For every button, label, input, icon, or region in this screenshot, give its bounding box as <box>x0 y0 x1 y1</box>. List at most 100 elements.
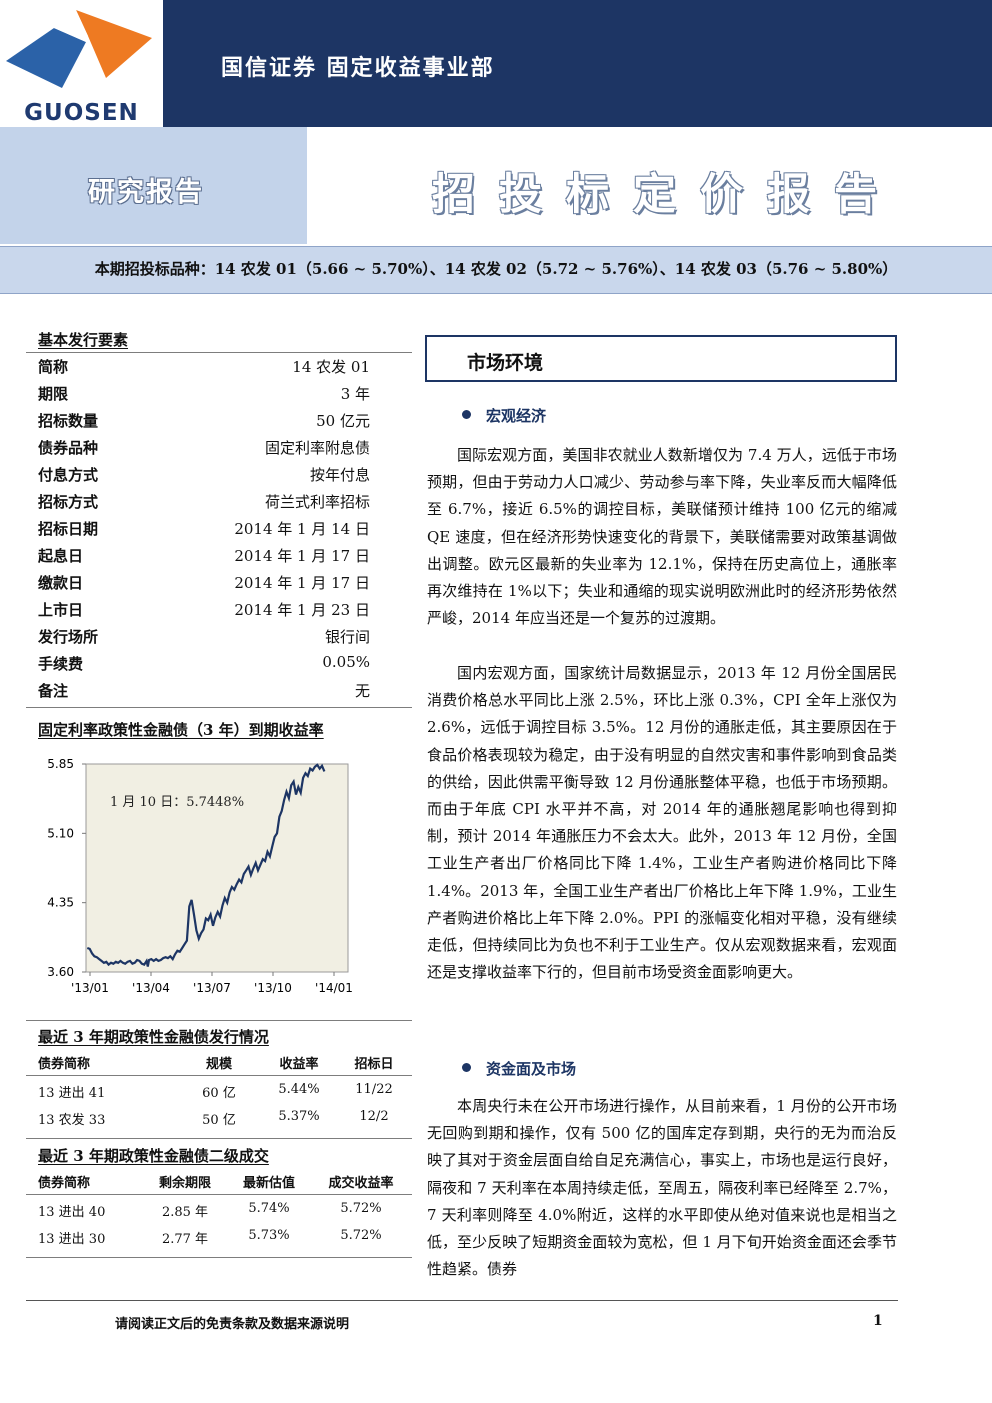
basic-info-row: 备注 无 <box>38 680 370 707</box>
table-cell: 5.72% <box>340 1228 382 1243</box>
table-header-cell: 债券简称 <box>38 1057 91 1072</box>
table-rule <box>26 1194 412 1195</box>
y-tick-label: 3.60 <box>47 965 74 979</box>
y-tick-label: 5.85 <box>47 757 74 771</box>
bullet-icon <box>462 410 471 419</box>
table-header-cell: 规模 <box>205 1057 232 1072</box>
basic-info-row: 期限 3 年 <box>38 383 370 410</box>
secondary-table-title: 最近 3 年期政策性金融债二级成交 <box>38 1147 269 1165</box>
x-tick-label: '13/10 <box>254 981 292 995</box>
chart-title: 固定利率政策性金融债（3 年）到期收益率 <box>38 721 324 739</box>
table-row: 13 进出 41 60 亿 5.44% 11/22 <box>26 1082 412 1109</box>
table-cell: 13 进出 40 <box>38 1205 106 1220</box>
table-cell: 5.44% <box>278 1082 320 1097</box>
table-header-cell: 最新估值 <box>242 1176 295 1191</box>
macro-title: 宏观经济 <box>486 407 547 425</box>
basic-info-value: 银行间 <box>324 628 370 646</box>
basic-info-key: 付息方式 <box>38 466 99 484</box>
table-cell: 13 进出 30 <box>38 1232 106 1247</box>
footer-divider <box>26 1300 898 1301</box>
table-header-cell: 剩余期限 <box>158 1176 211 1191</box>
y-tick-label: 5.10 <box>47 826 74 840</box>
fund-title: 资金面及市场 <box>486 1060 577 1078</box>
basic-info-row: 简称 14 农发 01 <box>38 356 370 383</box>
table-cell: 13 进出 41 <box>38 1086 106 1101</box>
basic-info-key: 招标日期 <box>38 520 99 538</box>
table-header-cell: 债券简称 <box>38 1176 91 1191</box>
table-header-cell: 招标日 <box>354 1057 394 1072</box>
issue-table-title: 最近 3 年期政策性金融债发行情况 <box>38 1028 269 1046</box>
basic-info-key: 期限 <box>38 385 69 403</box>
x-tick-label: '13/07 <box>193 981 231 995</box>
bullet-icon <box>462 1063 471 1072</box>
basic-info-key: 上市日 <box>38 601 84 619</box>
macro-paragraph-2: 国内宏观方面，国家统计局数据显示，2013 年 12 月份全国居民消费价格总水平… <box>427 664 897 982</box>
basic-info-value: 2014 年 1 月 23 日 <box>234 601 370 619</box>
divider <box>26 707 412 708</box>
fund-paragraph-1: 本周央行未在公开市场进行操作，从目前来看，1 月份的公开市场无回购到期和操作，仅… <box>427 1097 897 1279</box>
basic-info-value: 2014 年 1 月 17 日 <box>234 574 370 592</box>
fund-paragraph-clip: 本周央行未在公开市场进行操作，从目前来看，1 月份的公开市场无回购到期和操作，仅… <box>427 1093 897 1283</box>
table-rule <box>26 1075 412 1076</box>
basic-info-value: 固定利率附息债 <box>264 439 370 457</box>
basic-info-row: 招标日期 2014 年 1 月 14 日 <box>38 518 370 545</box>
basic-info-value: 无 <box>354 682 370 700</box>
basic-info-row: 缴款日 2014 年 1 月 17 日 <box>38 572 370 599</box>
table-cell: 5.37% <box>278 1109 320 1124</box>
basic-info-key: 缴款日 <box>38 574 84 592</box>
basic-info-key: 手续费 <box>38 655 84 673</box>
company-name: 国信证券 固定收益事业部 <box>221 55 495 81</box>
yield-chart: 5.85 5.10 4.35 3.60 '13/01 '13/04 '13/07 '13/1… <box>47 757 353 995</box>
x-tick-label: '13/01 <box>71 981 109 995</box>
table-cell: 11/22 <box>355 1082 393 1097</box>
table-cell: 5.72% <box>340 1201 382 1216</box>
basic-info-value: 50 亿元 <box>316 412 370 430</box>
table-row: 13 进出 40 2.85 年 5.74% 5.72% <box>26 1201 412 1228</box>
basic-info-row: 上市日 2014 年 1 月 23 日 <box>38 599 370 626</box>
section-title: 市场环境 <box>467 352 544 374</box>
basic-info-row: 发行场所 银行间 <box>38 626 370 653</box>
basic-info-row: 付息方式 按年付息 <box>38 464 370 491</box>
table-cell: 5.73% <box>248 1228 290 1243</box>
report-type: 研究报告 <box>88 177 204 208</box>
basic-info-row: 招标方式 荷兰式利率招标 <box>38 491 370 518</box>
logo-text: GUOSEN <box>24 100 139 126</box>
table-header-cell: 成交收益率 <box>328 1176 394 1191</box>
table-cell: 12/2 <box>359 1109 389 1124</box>
page-header: GUOSEN 国信证券 固定收益事业部 <box>0 0 992 127</box>
basic-info-row: 招标数量 50 亿元 <box>38 410 370 437</box>
variety-text: 本期招投标品种：14 农发 01（5.66 ~ 5.70%）、14 农发 02（… <box>94 260 898 278</box>
table-cell: 50 亿 <box>202 1113 236 1128</box>
y-tick-label: 4.35 <box>47 896 74 910</box>
report-title: 招投标定价报告 <box>432 170 901 220</box>
macro-paragraph-1: 国际宏观方面，美国非农就业人数新增仅为 7.4 万人，远低于市场预期，但由于劳动… <box>427 446 897 628</box>
table-header-cell: 收益率 <box>279 1057 319 1072</box>
basic-info-key: 备注 <box>38 682 69 700</box>
table-rule <box>26 1257 412 1258</box>
table-cell: 13 农发 33 <box>38 1113 106 1128</box>
basic-info-value: 2014 年 1 月 17 日 <box>234 547 370 565</box>
guosen-logo-icon <box>6 10 152 88</box>
guosen-logo: GUOSEN <box>0 0 163 127</box>
divider <box>26 1020 412 1021</box>
basic-info-key: 招标数量 <box>38 412 99 430</box>
table-row: 13 进出 30 2.77 年 5.73% 5.72% <box>26 1228 412 1255</box>
basic-info-key: 起息日 <box>38 547 84 565</box>
basic-info-value: 2014 年 1 月 14 日 <box>234 520 370 538</box>
table-rule <box>26 1138 412 1139</box>
basic-info-value: 0.05% <box>322 653 370 671</box>
basic-info-key: 简称 <box>38 358 69 376</box>
chart-annotation: 1 月 10 日：5.7448% <box>110 795 244 810</box>
basic-info-row: 手续费 0.05% <box>38 653 370 680</box>
x-tick-label: '14/01 <box>315 981 353 995</box>
divider <box>26 352 412 353</box>
table-row: 13 农发 33 50 亿 5.37% 12/2 <box>26 1109 412 1136</box>
table-cell: 60 亿 <box>202 1086 236 1101</box>
basic-info-value: 荷兰式利率招标 <box>264 493 370 511</box>
basic-info-value: 3 年 <box>340 385 370 403</box>
page-number: 1 <box>873 1313 883 1329</box>
basic-info-row: 债券品种 固定利率附息债 <box>38 437 370 464</box>
table-cell: 2.77 年 <box>161 1232 209 1247</box>
footer-disclaimer: 请阅读正文后的免责条款及数据来源说明 <box>115 1317 350 1332</box>
basic-info-key: 发行场所 <box>38 628 99 646</box>
